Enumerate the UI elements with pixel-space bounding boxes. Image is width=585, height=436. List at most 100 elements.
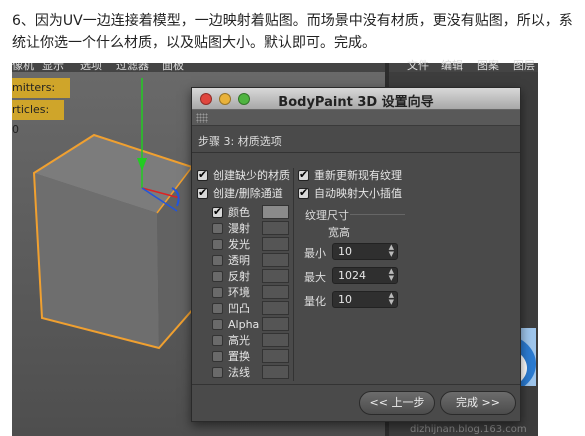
create-delete-channels-checkbox[interactable]: [197, 185, 208, 201]
viewport-menu-camera[interactable]: 像机: [12, 63, 34, 73]
channel-alpha-swatch[interactable]: [262, 317, 289, 331]
channel-color-checkbox[interactable]: [212, 204, 223, 220]
right-menu-layer[interactable]: 图层: [513, 57, 535, 73]
channel-transparency-checkbox[interactable]: [212, 255, 223, 266]
setup-wizard-dialog: BodyPaint 3D 设置向导 步骤 3: 材质选项 创建缺少的材质 创建/…: [191, 87, 521, 422]
quantize-label: 量化: [304, 295, 326, 308]
texture-size-group-title: 纹理尺寸: [305, 209, 349, 222]
channel-alpha-label: Alpha: [228, 318, 260, 331]
channel-normal-checkbox[interactable]: [212, 367, 223, 378]
channel-color-swatch[interactable]: [262, 205, 289, 219]
automap-size-interpolation-label: 自动映射大小插值: [314, 187, 402, 200]
hud-particles-value: 0: [12, 123, 19, 136]
min-size-value: 10: [338, 245, 352, 258]
option-create-missing-materials[interactable]: 创建缺少的材质: [197, 167, 292, 184]
channel-bump[interactable]: 凹凸: [212, 301, 290, 317]
right-menu-file[interactable]: 文件: [407, 57, 429, 73]
divider: [192, 152, 520, 153]
channel-alpha-checkbox[interactable]: [212, 319, 223, 330]
channel-normal-swatch[interactable]: [262, 365, 289, 379]
channel-diffusion-label: 漫射: [228, 222, 250, 235]
create-missing-materials-checkbox[interactable]: [197, 167, 208, 183]
right-panel-menubar: 文件 编辑 图案 图层: [389, 59, 538, 72]
channel-transparency-label: 透明: [228, 254, 250, 267]
back-button[interactable]: << 上一步: [359, 391, 435, 415]
channel-normal[interactable]: 法线: [212, 365, 290, 381]
channel-bump-checkbox[interactable]: [212, 303, 223, 314]
channel-displacement-checkbox[interactable]: [212, 351, 223, 362]
grip-icon[interactable]: [196, 113, 208, 123]
channel-diffusion[interactable]: 漫射: [212, 221, 290, 237]
channel-alpha[interactable]: Alpha: [212, 317, 290, 333]
channel-bump-swatch[interactable]: [262, 301, 289, 315]
stepper-arrows-icon[interactable]: ▲ ▼: [389, 244, 394, 258]
watermark: dizhijnan.blog.163.com: [410, 424, 527, 435]
max-label: 最大: [304, 271, 326, 284]
hud-particles: rticles: 0: [12, 100, 64, 136]
max-size-value: 1024: [338, 269, 366, 282]
channel-reflection-label: 反射: [228, 270, 250, 283]
viewport-menubar: 像机 显示 选项 过滤器 面板: [12, 63, 385, 72]
min-size-input[interactable]: 10 ▲ ▼: [332, 243, 398, 260]
update-existing-textures-label: 重新更新现有纹理: [314, 169, 402, 182]
option-update-existing-textures[interactable]: 重新更新现有纹理: [298, 167, 418, 184]
create-delete-channels-label: 创建/删除通道: [213, 187, 283, 200]
viewport-menu-panel[interactable]: 面板: [162, 63, 184, 73]
channel-reflection-swatch[interactable]: [262, 269, 289, 283]
quantize-value: 10: [338, 293, 352, 306]
min-label: 最小: [304, 247, 326, 260]
option-create-delete-channels[interactable]: 创建/删除通道: [197, 185, 292, 202]
channel-luminance-label: 发光: [228, 238, 250, 251]
viewport-menu-options[interactable]: 选项: [80, 63, 102, 73]
right-menu-edit[interactable]: 编辑: [441, 57, 463, 73]
article-text: 6、因为UV一边连接着模型，一边映射着贴图。而场景中没有材质，更没有贴图，所以，…: [12, 10, 578, 54]
hud-particles-label: rticles:: [12, 103, 50, 116]
texture-size-group-line: [350, 214, 405, 215]
channel-environment-swatch[interactable]: [262, 285, 289, 299]
channel-diffusion-checkbox[interactable]: [212, 223, 223, 234]
option-automap-size-interpolation[interactable]: 自动映射大小插值: [298, 185, 418, 202]
channel-environment-checkbox[interactable]: [212, 287, 223, 298]
stepper-arrows-icon[interactable]: ▲ ▼: [389, 268, 394, 282]
channel-environment[interactable]: 环境: [212, 285, 290, 301]
finish-button[interactable]: 完成 >>: [440, 391, 516, 415]
channel-displacement[interactable]: 置换: [212, 349, 290, 365]
channel-specular-checkbox[interactable]: [212, 335, 223, 346]
channel-luminance[interactable]: 发光: [212, 237, 290, 253]
channel-displacement-label: 置换: [228, 350, 250, 363]
article-line-2: 统让你选一个什么材质，以及贴图大小。默认即可。完成。: [12, 35, 376, 51]
dialog-title: BodyPaint 3D 设置向导: [278, 95, 434, 110]
channel-specular-label: 高光: [228, 334, 250, 347]
automap-size-interpolation-checkbox[interactable]: [298, 185, 309, 201]
channel-environment-label: 环境: [228, 286, 250, 299]
channel-specular[interactable]: 高光: [212, 333, 290, 349]
channel-displacement-swatch[interactable]: [262, 349, 289, 363]
right-menu-pattern[interactable]: 图案: [477, 57, 499, 73]
channel-transparency-swatch[interactable]: [262, 253, 289, 267]
viewport-menu-filter[interactable]: 过滤器: [116, 63, 149, 73]
channel-specular-swatch[interactable]: [262, 333, 289, 347]
step-title: 步骤 3: 材质选项: [198, 135, 282, 148]
quantize-input[interactable]: 10 ▲ ▼: [332, 291, 398, 308]
dialog-toolbar: [192, 110, 520, 126]
dialog-titlebar[interactable]: BodyPaint 3D 设置向导: [192, 88, 520, 110]
create-missing-materials-label: 创建缺少的材质: [213, 169, 290, 182]
channel-luminance-checkbox[interactable]: [212, 239, 223, 250]
width-height-label: 宽高: [328, 226, 350, 239]
page: 6、因为UV一边连接着模型，一边映射着贴图。而场景中没有材质，更没有贴图，所以，…: [0, 0, 585, 436]
viewport-menu-display[interactable]: 显示: [42, 63, 64, 73]
column-divider: [293, 168, 294, 381]
update-existing-textures-checkbox[interactable]: [298, 167, 309, 183]
stepper-arrows-icon[interactable]: ▲ ▼: [389, 292, 394, 306]
channel-diffusion-swatch[interactable]: [262, 221, 289, 235]
article-line-1: 6、因为UV一边连接着模型，一边映射着贴图。而场景中没有材质，更没有贴图，所以，…: [12, 13, 573, 29]
hud-emitters-label: mitters:: [12, 81, 56, 94]
channel-transparency[interactable]: 透明: [212, 253, 290, 269]
hud-emitters: mitters: 0: [12, 78, 70, 114]
channel-reflection-checkbox[interactable]: [212, 271, 223, 282]
channel-reflection[interactable]: 反射: [212, 269, 290, 285]
max-size-input[interactable]: 1024 ▲ ▼: [332, 267, 398, 284]
bottom-divider: [192, 384, 520, 385]
channel-luminance-swatch[interactable]: [262, 237, 289, 251]
channel-color[interactable]: 颜色: [212, 204, 290, 221]
